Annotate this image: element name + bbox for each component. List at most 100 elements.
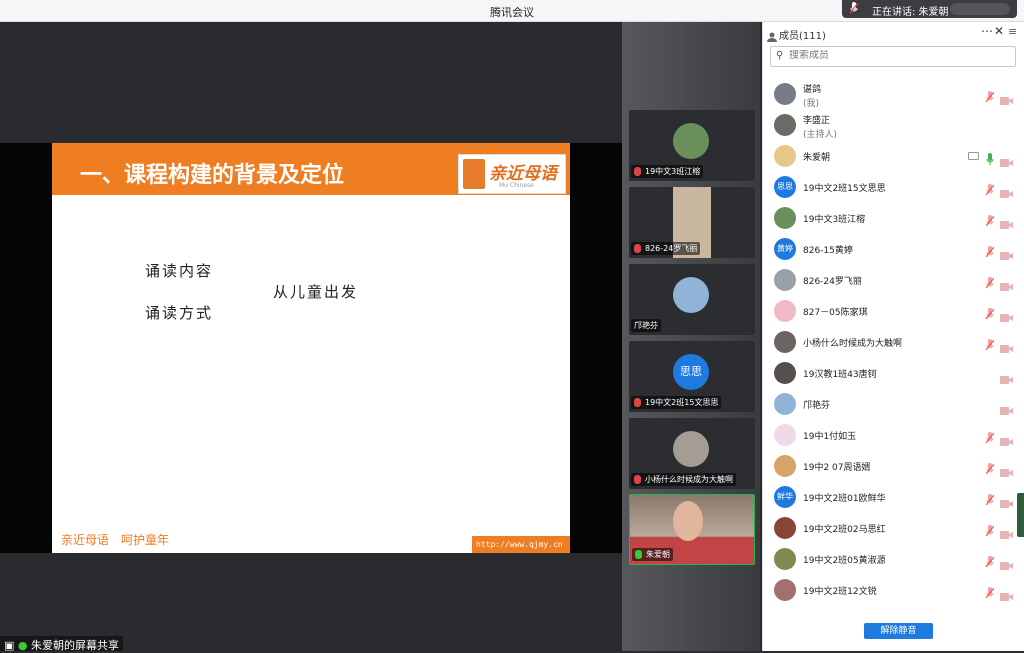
member-row[interactable]: 谌鸽 (我) (763, 79, 1024, 110)
member-name: 朱爱朝 (803, 153, 831, 163)
camera-off-icon[interactable] (1000, 338, 1013, 353)
video-tile[interactable]: 思思 19中文2班15文思思 (629, 341, 755, 412)
mic-muted-icon[interactable] (985, 305, 995, 320)
screen-share-text: 朱爱朝的屏幕共享 (31, 639, 120, 652)
member-row[interactable]: 李盛正 (主持人) (763, 110, 1024, 141)
slide-footer-slogan: 亲近母语 呵护童年 (61, 533, 170, 547)
member-name: 19中1付如玉 (803, 432, 857, 442)
slide-line-2: 从儿童出发 (273, 283, 359, 301)
member-name: 19汉教1班43唐钶 (803, 370, 877, 380)
member-name: 19中文2班02马思红 (803, 525, 886, 535)
camera-off-icon[interactable] (1000, 90, 1013, 105)
speaker-avatars (950, 3, 1010, 15)
menu-icon[interactable]: ≡ (1008, 25, 1017, 38)
logo-text: 亲近母语 (489, 164, 557, 184)
logo-subtext: Mu Chinese (499, 182, 534, 189)
tile-name: 19中文3班江榕 (645, 167, 701, 176)
mic-muted-icon[interactable] (985, 212, 995, 227)
camera-off-icon[interactable] (1000, 307, 1013, 322)
mic-muted-icon[interactable] (985, 460, 995, 475)
mic-muted-icon (634, 475, 641, 484)
mic-muted-icon[interactable] (985, 88, 995, 103)
avatar (774, 517, 796, 539)
mic-icon: ● (17, 639, 28, 652)
member-row[interactable]: 鲜华 19中文2班01欧鲜华 (763, 482, 1024, 513)
members-header: 成员(111) ⋯ ✕ ≡ (763, 22, 1024, 44)
camera-off-icon[interactable] (1000, 183, 1013, 198)
member-name: 19中文2班05黄淑源 (803, 556, 886, 566)
screen-share-icon (968, 152, 979, 160)
more-icon[interactable]: ⋯ (981, 24, 993, 38)
unmute-all-button[interactable]: 解除静音 (864, 623, 933, 639)
avatar (774, 114, 796, 136)
search-box[interactable]: ⚲ (770, 46, 1016, 67)
camera-off-icon[interactable] (1000, 214, 1013, 229)
camera-off-icon[interactable] (1000, 462, 1013, 477)
member-row[interactable]: 827－05陈家琪 (763, 296, 1024, 327)
avatar (774, 455, 796, 477)
camera-off-icon[interactable] (1000, 276, 1013, 291)
person-icon (767, 27, 777, 42)
member-row[interactable]: 19中文3班江榕 (763, 203, 1024, 234)
camera-off-icon[interactable] (1000, 245, 1013, 260)
mic-muted-icon (634, 244, 641, 253)
camera-off-icon[interactable] (1000, 369, 1013, 384)
mic-muted-icon[interactable] (985, 274, 995, 289)
mic-muted-icon[interactable] (985, 553, 995, 568)
avatar (774, 300, 796, 322)
member-name: 19中文3班江榕 (803, 215, 866, 225)
member-row[interactable]: 19中2 07周语婿 (763, 451, 1024, 482)
members-panel: 成员(111) ⋯ ✕ ≡ ⚲ 谌鸽 (我) 李盛正 (主持人) 朱爱朝思思 19中文2班… (762, 22, 1024, 651)
mic-on-icon (635, 550, 642, 559)
member-row[interactable]: 19中文2班12文锐 (763, 575, 1024, 606)
search-input[interactable] (789, 50, 1009, 61)
member-row[interactable]: 朱爱朝 (763, 141, 1024, 172)
member-row[interactable]: 19汉教1班43唐钶 (763, 358, 1024, 389)
mic-muted-icon[interactable] (985, 181, 995, 196)
mic-muted-icon[interactable] (985, 522, 995, 537)
camera-off-icon[interactable] (1000, 493, 1013, 508)
slide-logo: 亲近母语 Mu Chinese (458, 154, 566, 194)
video-tile[interactable]: 826-24罗飞丽 (629, 187, 755, 258)
member-row[interactable]: 19中1付如玉 (763, 420, 1024, 451)
tile-name: 826-24罗飞丽 (645, 244, 698, 253)
camera-off-icon[interactable] (1000, 555, 1013, 570)
camera-off-icon[interactable] (1000, 400, 1013, 415)
camera-off-icon[interactable] (1000, 152, 1013, 167)
member-row[interactable]: 19中文2班05黄淑源 (763, 544, 1024, 575)
speaking-indicator: 正在讲话: 朱爱朝 (842, 0, 1017, 18)
video-tile[interactable]: 小杨什么时候成为大触啊 (629, 418, 755, 489)
member-row[interactable]: 邝艳芬 (763, 389, 1024, 420)
camera-off-icon[interactable] (1000, 431, 1013, 446)
member-row[interactable]: 826-24罗飞丽 (763, 265, 1024, 296)
video-tile-active-speaker[interactable]: 朱爱朝 (629, 494, 755, 565)
member-name: 邝艳芬 (803, 401, 831, 411)
video-tile[interactable]: 19中文3班江榕 (629, 110, 755, 181)
close-icon[interactable]: ✕ (994, 24, 1004, 38)
main-stage: 一、课程构建的背景及定位 亲近母语 Mu Chinese 诵读内容 从儿童出发 … (0, 22, 622, 651)
tile-name: 邝艳芬 (634, 321, 658, 330)
mic-muted-icon[interactable] (985, 429, 995, 444)
avatar (673, 431, 709, 467)
camera-off-icon[interactable] (1000, 524, 1013, 539)
side-handle[interactable] (1017, 493, 1024, 537)
avatar (774, 393, 796, 415)
video-tile[interactable]: 邝艳芬 (629, 264, 755, 335)
mic-muted-icon[interactable] (985, 584, 995, 599)
member-name: 李盛正 (803, 116, 831, 126)
member-row[interactable]: 黄婷 826-15黄婷 (763, 234, 1024, 265)
screen-share-label: ▣ ● 朱爱朝的屏幕共享 (0, 636, 124, 652)
camera-off-icon[interactable] (1000, 586, 1013, 601)
member-row[interactable]: 19中文2班02马思红 (763, 513, 1024, 544)
mic-muted-icon[interactable] (985, 243, 995, 258)
member-row[interactable]: 小杨什么时候成为大触啊 (763, 327, 1024, 358)
member-row[interactable]: 思思 19中文2班15文思思 (763, 172, 1024, 203)
member-name: 19中文2班15文思思 (803, 184, 886, 194)
member-role: (我) (803, 99, 820, 109)
mic-muted-icon[interactable] (985, 336, 995, 351)
mic-icon (849, 2, 859, 17)
mic-on-icon[interactable] (986, 150, 994, 165)
video-tiles-strip[interactable]: 19中文3班江榕 826-24罗飞丽 邝艳芬 思思 19中文2班15文思思 小杨… (622, 22, 760, 651)
mic-muted-icon[interactable] (985, 491, 995, 506)
mic-muted-icon (634, 398, 641, 407)
